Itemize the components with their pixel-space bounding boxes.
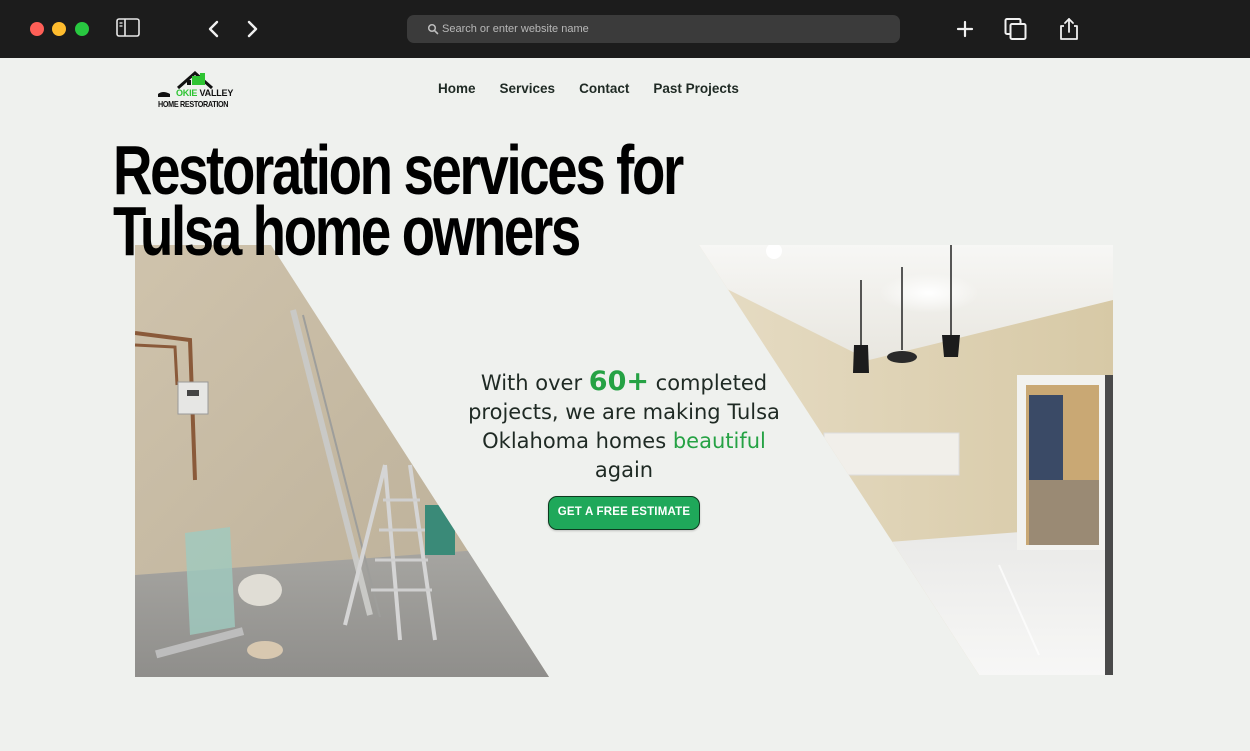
nav-contact-link[interactable]: Contact xyxy=(579,81,629,96)
tagline-prefix: With over xyxy=(480,371,589,395)
free-estimate-button[interactable]: GET A FREE ESTIMATE xyxy=(548,496,700,530)
close-window-button[interactable] xyxy=(30,22,44,36)
project-count: 60+ xyxy=(588,366,649,397)
nav-services-link[interactable]: Services xyxy=(500,81,556,96)
tagline-suffix: again xyxy=(594,458,654,482)
company-logo[interactable]: OKIE VALLEY HOME RESTORATION xyxy=(156,70,234,112)
logo-subtitle-text: HOME RESTORATION xyxy=(158,99,229,109)
new-tab-icon[interactable] xyxy=(952,15,978,43)
hero-title-line-2: Tulsa home owners xyxy=(113,192,581,270)
hero-title: Restoration services for Tulsa home owne… xyxy=(113,135,684,270)
maximize-window-button[interactable] xyxy=(75,22,89,36)
sidebar-toggle-icon[interactable] xyxy=(116,18,140,37)
main-navigation: Home Services Contact Past Projects xyxy=(438,81,763,96)
forward-arrow-icon[interactable] xyxy=(241,17,263,41)
tagline-accent-word: beautiful xyxy=(672,429,766,453)
minimize-window-button[interactable] xyxy=(52,22,66,36)
share-icon[interactable] xyxy=(1056,15,1082,43)
nav-home-link[interactable]: Home xyxy=(438,81,476,96)
address-bar[interactable] xyxy=(407,15,900,43)
browser-toolbar xyxy=(0,0,1250,58)
tab-overview-icon[interactable] xyxy=(1003,15,1029,43)
search-icon xyxy=(427,23,439,35)
back-arrow-icon[interactable] xyxy=(203,17,225,41)
nav-past-projects-link[interactable]: Past Projects xyxy=(653,81,739,96)
address-input[interactable] xyxy=(442,19,882,39)
hero-tagline: With over 60+ completed projects, we are… xyxy=(468,367,780,485)
logo-brand-text: OKIE VALLEY xyxy=(176,88,234,98)
